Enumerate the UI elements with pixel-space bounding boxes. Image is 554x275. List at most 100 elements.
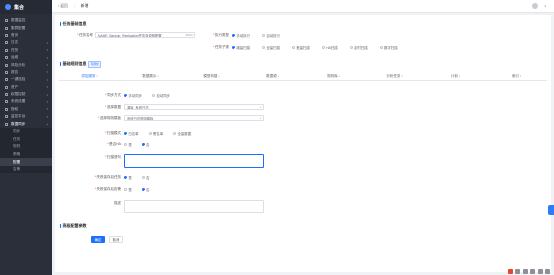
license-icon <box>5 107 8 111</box>
radio-scan-ha[interactable]: HA扫描 <box>321 45 338 50</box>
sidebar-item-ops[interactable]: 运维 ▾ <box>0 54 52 61</box>
sidebar-subitem-alert[interactable]: 告警 <box>0 165 52 174</box>
radio-whitelist[interactable]: 白名单 <box>124 131 139 136</box>
chevron-down-icon: ▾ <box>519 74 522 78</box>
scan-script-label: *扫描语句 <box>105 155 121 159</box>
tab-plan[interactable]: 计划▾ <box>425 74 486 79</box>
save-on-fail-label: *失败保存后任务 <box>94 175 121 179</box>
sidebar-item-task[interactable]: 任务 ▾ <box>0 47 52 54</box>
mic-icon[interactable] <box>522 269 528 274</box>
radio-fulldata[interactable]: 全量数据 <box>173 131 191 136</box>
cluster-icon <box>5 26 8 30</box>
sidebar-subitem-sync[interactable]: 同步 <box>0 127 52 136</box>
rule-tabs: 供应服务▾ 数据展示▾ 模型构建▾ 数据源▾ 规则库▾ 分析任务▾ 计划▾ 索引… <box>59 72 547 81</box>
sidebar-item-cluster[interactable]: 集群配置 <box>0 24 52 31</box>
sidebar-item-inspect[interactable]: 一键巡检 ▾ <box>0 76 52 83</box>
section-basic-title: 任务基础信息 <box>60 21 87 27</box>
page-title: 新增 <box>80 3 89 8</box>
tab-display[interactable]: 数据展示▾ <box>120 74 181 79</box>
tab-index[interactable]: 索引▾ <box>486 74 547 79</box>
logo-icon <box>5 4 11 10</box>
divider: | <box>73 4 75 8</box>
description-label: 描述 <box>114 201 121 205</box>
chevron-down-icon: ▾ <box>458 74 461 78</box>
cancel-button[interactable]: 取消 <box>109 236 123 243</box>
radio-blacklist[interactable]: 黑名单 <box>148 131 163 136</box>
section-marker <box>60 62 61 67</box>
moon-icon[interactable] <box>515 269 520 274</box>
chevron-down-icon[interactable]: ▾ <box>544 4 546 8</box>
sync-icon <box>5 122 8 126</box>
sidebar-item-asset[interactable]: 资产 ▾ <box>0 84 52 91</box>
sidebar-item-risk[interactable]: 风险分析 ▾ <box>0 61 52 68</box>
main-panel: 任务基础信息 *任务名称 NAME_Backup_Replication任务及说… <box>55 15 551 272</box>
scan-script-textarea[interactable] <box>124 154 264 168</box>
sidebar-item-home[interactable]: 首页 <box>0 32 52 39</box>
radio-exec-auto[interactable]: 自动执行 <box>261 33 280 38</box>
radio-scan-diff[interactable]: 差量扫描 <box>291 45 310 50</box>
radio-save-yes[interactable]: 是 <box>124 175 132 180</box>
sidebar-item-monitor[interactable]: 数据监控 <box>0 17 52 24</box>
report-icon <box>5 70 8 74</box>
chevron-down-icon: ▾ <box>218 74 220 78</box>
sync-method-radio-group: 手动同步 自动同步 <box>124 93 170 98</box>
sidebar-subitem-task[interactable]: 任务 <box>0 135 52 144</box>
radio-sync-manual[interactable]: 手动同步 <box>124 93 142 98</box>
tab-rules[interactable]: 规则库▾ <box>303 74 364 79</box>
sidebar-item-sync[interactable]: 数据同步 ▴ <box>0 120 52 127</box>
platform-icon <box>5 115 8 119</box>
description-textarea[interactable] <box>124 200 264 213</box>
sidebar-item-report[interactable]: 报告 ▾ <box>0 69 52 76</box>
radio-scan-numeric[interactable]: 数字扫描 <box>379 45 398 50</box>
radio-ha-no[interactable]: 否 <box>141 142 150 147</box>
log-icon <box>5 41 8 45</box>
ime-icon[interactable] <box>507 269 513 274</box>
rule-template-select[interactable]: 系统日志规则模板 ▾ <box>124 115 264 121</box>
radio-ha-yes[interactable]: 是 <box>124 142 132 147</box>
tab-datasource[interactable]: 数据源▾ <box>242 74 303 79</box>
radio-scan-full[interactable]: 全量扫描 <box>261 45 280 50</box>
chevron-down-icon: ▾ <box>96 74 98 78</box>
radio-scan-incremental[interactable]: 增量扫描 <box>232 45 250 50</box>
sidebar-item-permission[interactable]: 权限控制 ▾ <box>0 91 52 98</box>
avatar[interactable] <box>532 3 539 9</box>
task-name-input[interactable]: NAME_Backup_Replication任务及说明配置 26/64 <box>95 32 195 38</box>
source-db-select[interactable]: 源库_系统日志 ▾ <box>124 104 264 110</box>
sidebar: 集合 数据监控 集群配置 首页 日志 ▾ 任务 ▾ 运维 ▾ 风险分析 ▾ 报告 ▾ 一键… <box>0 0 52 275</box>
radio-save-no[interactable]: 否 <box>141 175 150 180</box>
notify-on-fail-label: *失败保存后告警 <box>94 187 121 191</box>
inspect-icon <box>5 78 8 82</box>
sidebar-subitem-config[interactable]: 配置 <box>0 158 52 166</box>
radio-notify-no[interactable]: 否 <box>141 187 150 192</box>
ops-icon <box>5 56 8 60</box>
asset-icon <box>5 85 8 89</box>
sidebar-subitem-rule[interactable]: 规则 <box>0 143 52 151</box>
sidebar-item-settings[interactable]: 系统设置 ▾ <box>0 98 52 105</box>
section-rule-title: 基础规则信息 可视化 <box>60 61 102 68</box>
radio-notify-yes[interactable]: 是 <box>124 187 132 192</box>
section-advanced-title[interactable]: 高级配置参数 <box>60 223 87 229</box>
tab-model[interactable]: 模型构建▾ <box>181 74 242 79</box>
help-float-button[interactable] <box>548 205 554 215</box>
tab-supply[interactable]: 供应服务▾ <box>59 74 120 79</box>
chevron-down-icon: ▾ <box>260 105 262 109</box>
sidebar-subitem-policy[interactable]: 策略 <box>0 150 52 159</box>
grid-icon[interactable] <box>545 269 550 274</box>
chevron-down-icon: ▾ <box>260 116 262 120</box>
scan-type-radio-group: 增量扫描 全量扫描 差量扫描 HA扫描 定时扫描 数字扫描 <box>232 45 398 50</box>
radio-exec-manual[interactable]: 手动执行 <box>232 33 250 38</box>
radio-sync-auto[interactable]: 自动同步 <box>151 93 170 98</box>
shirt-icon[interactable] <box>537 269 543 274</box>
rule-tag[interactable]: 可视化 <box>88 61 102 68</box>
sidebar-item-platform[interactable]: 监控平台 ▾ <box>0 113 52 120</box>
submit-button[interactable]: 确定 <box>91 236 105 243</box>
app-logo[interactable]: 集合 <box>0 0 52 14</box>
back-button[interactable]: ‹ 返回 <box>58 4 68 9</box>
exec-type-radio-group: 手动执行 自动执行 <box>232 33 280 38</box>
sidebar-item-license[interactable]: 授权 ▾ <box>0 106 52 113</box>
tab-analysis[interactable]: 分析任务▾ <box>364 74 425 79</box>
keyboard-icon[interactable] <box>530 269 535 274</box>
topbar: ‹ 返回 | 新增 ▾ <box>52 0 554 13</box>
radio-scan-scheduled[interactable]: 定时扫描 <box>349 45 368 50</box>
sidebar-item-log[interactable]: 日志 ▾ <box>0 39 52 46</box>
